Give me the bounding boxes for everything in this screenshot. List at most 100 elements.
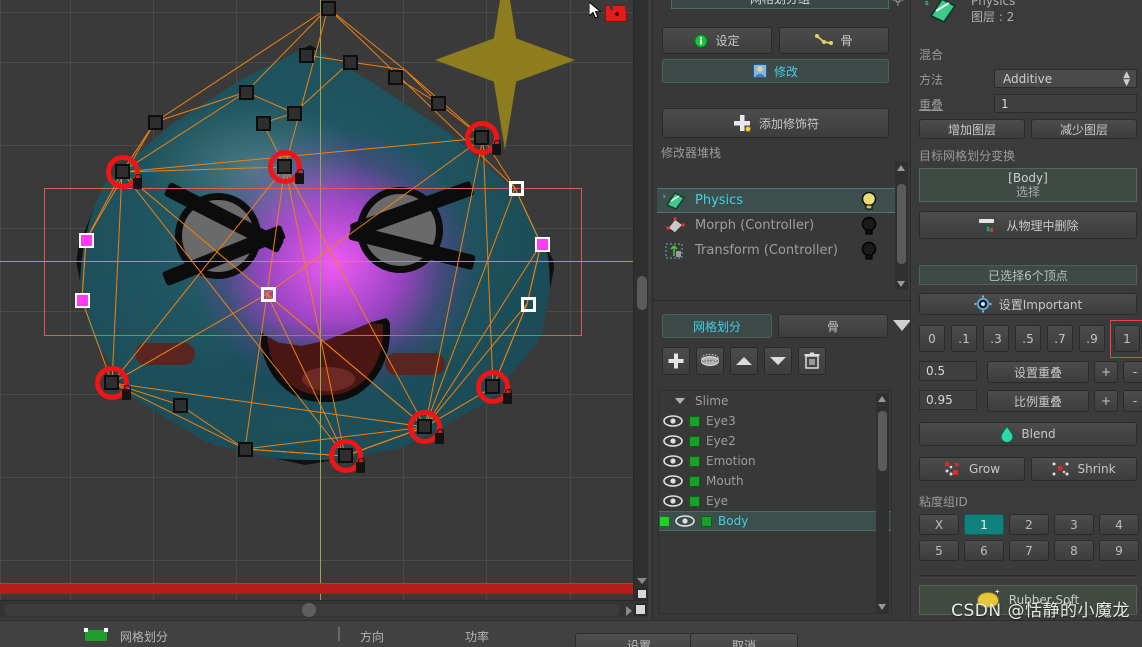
eye-icon[interactable] [663, 495, 683, 507]
modifier-stack-scrollbar[interactable] [895, 162, 908, 290]
setting-button[interactable]: 设定 [662, 27, 772, 54]
bottom-cancel-button[interactable]: 取消 [690, 633, 798, 647]
eye-icon[interactable] [675, 515, 695, 527]
viewport-horizontal-scrollbar[interactable] [0, 600, 648, 618]
ratio-plus-button[interactable]: + [1094, 390, 1118, 412]
viewport-corner-box[interactable] [634, 603, 647, 616]
spinner-icon[interactable]: ▲ ▼ [1123, 70, 1130, 87]
scroll-thumb[interactable] [897, 184, 906, 264]
grow-button[interactable]: Grow [919, 457, 1025, 481]
set-important-button[interactable]: 设置Important [919, 293, 1137, 315]
mesh-group-tab[interactable]: 网格划分组 [671, 0, 889, 9]
object-list-scrollbar[interactable] [876, 393, 889, 613]
viscosity-id-2[interactable]: 2 [1009, 514, 1049, 535]
list-item[interactable]: Emotion [659, 451, 891, 471]
gear-icon[interactable] [892, 0, 904, 6]
delete-button[interactable] [798, 347, 826, 375]
viscosity-id-8[interactable]: 8 [1054, 540, 1094, 561]
list-item-selected[interactable]: Body [659, 511, 891, 531]
method-select[interactable]: Additive ▲ ▼ [994, 69, 1137, 88]
visibility-bulb-icon[interactable] [861, 216, 877, 236]
weight-preset-05[interactable]: .5 [1015, 325, 1041, 352]
chevron-up-icon[interactable] [897, 165, 905, 171]
chevron-down-icon[interactable] [893, 320, 911, 331]
ratio-input[interactable]: 0.95 [919, 390, 977, 410]
chevron-up-icon[interactable] [878, 396, 886, 402]
chevron-down-icon[interactable] [897, 281, 905, 287]
mesh-vertex[interactable] [321, 1, 336, 16]
modify-button[interactable]: 修改 [662, 59, 889, 83]
bottom-confirm-button[interactable]: 设置 [575, 633, 703, 647]
model-canvas[interactable] [0, 0, 648, 600]
remove-from-physics-button[interactable]: 从物理中删除 [919, 211, 1137, 239]
move-down-button[interactable] [764, 347, 792, 375]
tree-root-row[interactable]: Slime [659, 391, 891, 411]
weight-input[interactable]: 0.5 [919, 361, 977, 381]
viscosity-id-x[interactable]: X [919, 514, 959, 535]
viscosity-id-3[interactable]: 3 [1054, 514, 1094, 535]
mesh-vertex[interactable] [256, 116, 271, 131]
mesh-vertex[interactable] [431, 96, 446, 111]
chevron-down-icon[interactable] [637, 578, 647, 584]
selected-vertex[interactable] [474, 130, 489, 145]
add-modifier-button[interactable]: 添加修饰符 [662, 108, 889, 138]
remove-layer-button[interactable]: 减少图层 [1031, 119, 1137, 139]
weight-preset-07[interactable]: .7 [1047, 325, 1073, 352]
weight-preset-09[interactable]: .9 [1079, 325, 1105, 352]
visibility-bulb-icon[interactable] [861, 241, 877, 261]
eye-icon[interactable] [663, 415, 683, 427]
modifier-row-morph[interactable]: Morph (Controller) [657, 213, 905, 238]
add-object-button[interactable] [662, 347, 690, 375]
tab-mesh-division[interactable]: 网格划分 [662, 314, 772, 338]
eye-icon[interactable] [663, 475, 683, 487]
mesh-vertex-pink[interactable] [535, 237, 550, 252]
viscosity-id-1[interactable]: 1 [964, 514, 1004, 535]
mesh-vertex[interactable] [287, 106, 302, 121]
selected-vertex[interactable] [104, 375, 119, 390]
chevron-down-icon[interactable] [878, 604, 886, 610]
mesh-vertex-pink[interactable] [75, 293, 90, 308]
selected-vertex[interactable] [115, 164, 130, 179]
mesh-vertex[interactable] [173, 398, 188, 413]
mesh-vertex[interactable] [148, 115, 163, 130]
mesh-vertex[interactable] [239, 85, 254, 100]
repeat-input[interactable]: 1 [994, 94, 1137, 113]
viewport-corner-box[interactable] [636, 588, 648, 600]
shrink-button[interactable]: Shrink [1031, 457, 1137, 481]
list-item[interactable]: Mouth [659, 471, 891, 491]
selected-vertex[interactable] [338, 448, 353, 463]
tab-bone[interactable]: 骨 [778, 314, 888, 338]
mesh-vertex[interactable] [299, 48, 314, 63]
mesh-vertex-white[interactable] [521, 297, 536, 312]
visibility-bulb-icon[interactable] [861, 191, 877, 211]
ratio-minus-button[interactable]: - [1123, 390, 1142, 412]
mesh-vertex-pink[interactable] [79, 233, 94, 248]
set-weight-button[interactable]: 设置重叠 [987, 361, 1089, 383]
set-ratio-button[interactable]: 比例重叠 [987, 390, 1089, 412]
weight-plus-button[interactable]: + [1094, 361, 1118, 383]
scroll-thumb[interactable] [302, 603, 316, 617]
mesh-vertex[interactable] [343, 55, 358, 70]
list-item[interactable]: Eye2 [659, 431, 891, 451]
mesh-vertex[interactable] [238, 442, 253, 457]
viewport-vertical-scrollbar[interactable] [633, 0, 648, 600]
chevron-down-icon[interactable] [675, 398, 685, 404]
list-item[interactable]: Eye3 [659, 411, 891, 431]
mesh-edit-button[interactable] [696, 347, 724, 375]
add-layer-button[interactable]: 增加图层 [919, 119, 1025, 139]
mesh-vertex-white[interactable] [509, 181, 524, 196]
weight-preset-1[interactable]: 1 [1114, 325, 1140, 352]
scroll-thumb[interactable] [878, 411, 887, 471]
selected-vertex[interactable] [277, 159, 292, 174]
scroll-thumb[interactable] [637, 276, 647, 310]
object-list[interactable]: Slime Eye3 Eye2 Emotion Mouth Eye Body [658, 390, 892, 614]
viscosity-id-6[interactable]: 6 [964, 540, 1004, 561]
viscosity-id-7[interactable]: 7 [1009, 540, 1049, 561]
move-up-button[interactable] [730, 347, 758, 375]
selected-vertex[interactable] [417, 419, 432, 434]
selection-rectangle[interactable] [44, 188, 582, 336]
blend-button[interactable]: Blend [919, 422, 1137, 446]
lock-icon[interactable] [605, 0, 628, 22]
viscosity-id-4[interactable]: 4 [1099, 514, 1139, 535]
viscosity-id-5[interactable]: 5 [919, 540, 959, 561]
